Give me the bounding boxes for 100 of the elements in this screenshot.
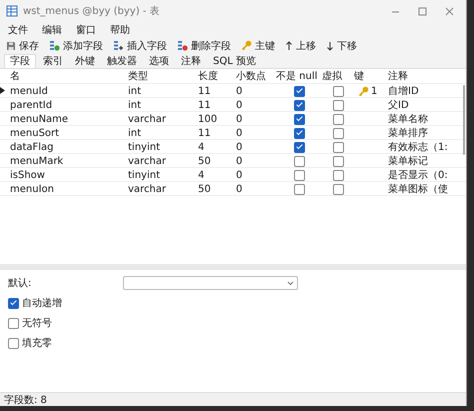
table-icon <box>6 5 18 17</box>
table-cell-text: 4 <box>198 142 206 152</box>
virtual-checkbox[interactable] <box>332 142 344 152</box>
column-header[interactable]: 名 <box>10 69 128 83</box>
table-cell-text: menuMark <box>10 156 64 166</box>
tab[interactable]: 字段 <box>4 54 36 68</box>
primary-key-button[interactable]: 主键 <box>239 38 277 54</box>
not-null-checkbox[interactable] <box>294 114 304 124</box>
table-cell-text: 自增ID <box>388 85 420 98</box>
not-null-checkbox[interactable] <box>294 128 304 138</box>
window-title: wst_menus @byy (byy) - 表 <box>23 4 161 18</box>
table-cell-text: int <box>128 100 142 110</box>
table-cell-text: 100 <box>198 114 218 124</box>
table-cell-text: 有效标志（1: <box>388 140 449 154</box>
table-cell-text: varchar <box>128 114 168 124</box>
virtual-checkbox[interactable] <box>332 114 344 124</box>
tab[interactable]: 触发器 <box>102 55 142 68</box>
add-field-button[interactable]: 添加字段 <box>47 38 105 54</box>
menu-item[interactable]: 编辑 <box>42 22 62 36</box>
table-cell-text: 11 <box>198 86 212 96</box>
not-null-checkbox[interactable] <box>294 156 304 166</box>
column-header[interactable]: 虚拟 <box>322 69 354 83</box>
menu-item[interactable]: 帮助 <box>110 22 130 36</box>
table-cell-text: 50 <box>198 184 212 194</box>
table-cell-text: menuSort <box>10 128 60 138</box>
insert-field-button[interactable]: 插入字段 <box>111 38 169 54</box>
scrollbar[interactable] <box>463 85 465 155</box>
table-cell-text: 0 <box>236 86 244 96</box>
add-field-icon <box>49 40 60 51</box>
delete-field-icon <box>177 40 188 51</box>
column-header[interactable]: 小数点 <box>236 69 276 83</box>
tab[interactable]: 选项 <box>144 55 174 68</box>
table-cell-text: parentId <box>10 100 54 110</box>
menu-item[interactable]: 窗口 <box>76 22 96 36</box>
column-header[interactable]: 类型 <box>128 69 198 83</box>
tab[interactable]: 外键 <box>70 55 100 68</box>
save-icon <box>6 40 16 50</box>
table-cell-text: 50 <box>198 156 212 166</box>
table-cell: 1 <box>371 86 378 96</box>
table-cell-text: 0 <box>236 142 244 152</box>
table-cell-text: 菜单图标（使 <box>388 182 449 196</box>
table-cell-text: varchar <box>128 156 168 166</box>
option-label: 无符号 <box>22 317 52 330</box>
virtual-checkbox[interactable] <box>332 128 344 138</box>
delete-field-button[interactable]: 删除字段 <box>175 38 233 54</box>
tab[interactable]: SQL 预览 <box>208 55 261 68</box>
table-cell-text: 父ID <box>388 99 410 112</box>
menu-item[interactable]: 文件 <box>8 22 28 36</box>
table-cell-text: 菜单名称 <box>388 112 429 126</box>
option-checkbox[interactable] <box>8 338 19 348</box>
option-label: 填充零 <box>22 336 52 350</box>
caret-icon <box>287 280 294 286</box>
table-cell-text: 0 <box>236 128 244 138</box>
move-up-button[interactable]: 上移 <box>283 38 318 54</box>
not-null-checkbox[interactable] <box>294 86 304 96</box>
column-header[interactable]: 键 <box>354 69 388 83</box>
virtual-checkbox[interactable] <box>332 170 344 180</box>
virtual-checkbox[interactable] <box>332 86 344 96</box>
maximize-icon[interactable] <box>418 6 427 16</box>
arrow-up-icon <box>285 40 293 50</box>
table-cell-text: varchar <box>128 184 168 194</box>
table-cell-text: 0 <box>236 114 244 124</box>
table-cell-text: 菜单排序 <box>388 126 429 140</box>
table-cell-text: menuId <box>10 86 49 96</box>
not-null-checkbox[interactable] <box>294 142 304 152</box>
tab[interactable]: 注释 <box>176 55 206 68</box>
arrow-down-icon <box>326 40 334 50</box>
column-header[interactable]: 不是 null <box>276 69 322 83</box>
table-cell-text: menuIon <box>10 184 55 194</box>
table-cell-text: isShow <box>10 170 46 180</box>
not-null-checkbox[interactable] <box>294 170 304 180</box>
tab[interactable]: 索引 <box>38 55 68 68</box>
key-icon <box>358 86 369 96</box>
table-cell-text: int <box>128 86 142 96</box>
table-cell-text: 菜单标记 <box>388 154 429 168</box>
not-null-checkbox[interactable] <box>294 100 304 110</box>
table-cell-text: 4 <box>198 170 206 180</box>
column-header[interactable]: 长度 <box>198 69 236 83</box>
option-checkbox[interactable] <box>8 298 19 308</box>
table-cell-text: dataFlag <box>10 142 55 152</box>
move-down-button[interactable]: 下移 <box>324 38 359 54</box>
save-button[interactable]: 保存 <box>4 38 41 54</box>
table-cell-text: 0 <box>236 170 244 180</box>
close-icon[interactable] <box>445 6 454 16</box>
table-cell-text: 是否显示（0: <box>388 169 449 182</box>
virtual-checkbox[interactable] <box>332 156 344 166</box>
table-cell-text: 11 <box>198 100 212 110</box>
virtual-checkbox[interactable] <box>332 100 344 110</box>
option-label: 自动递增 <box>22 296 62 310</box>
table-cell-text: int <box>128 128 142 138</box>
table-cell-text: 0 <box>236 184 244 194</box>
default-dropdown[interactable] <box>123 276 298 290</box>
table-cell-text: tinyint <box>128 170 161 180</box>
not-null-checkbox[interactable] <box>294 184 304 194</box>
default-label: 默认: <box>8 277 32 290</box>
column-header[interactable]: 注释 <box>388 69 466 83</box>
virtual-checkbox[interactable] <box>332 184 344 194</box>
option-checkbox[interactable] <box>8 318 19 328</box>
status-text: 字段数: 8 <box>4 394 47 406</box>
table-cell-text: menuName <box>10 114 70 124</box>
